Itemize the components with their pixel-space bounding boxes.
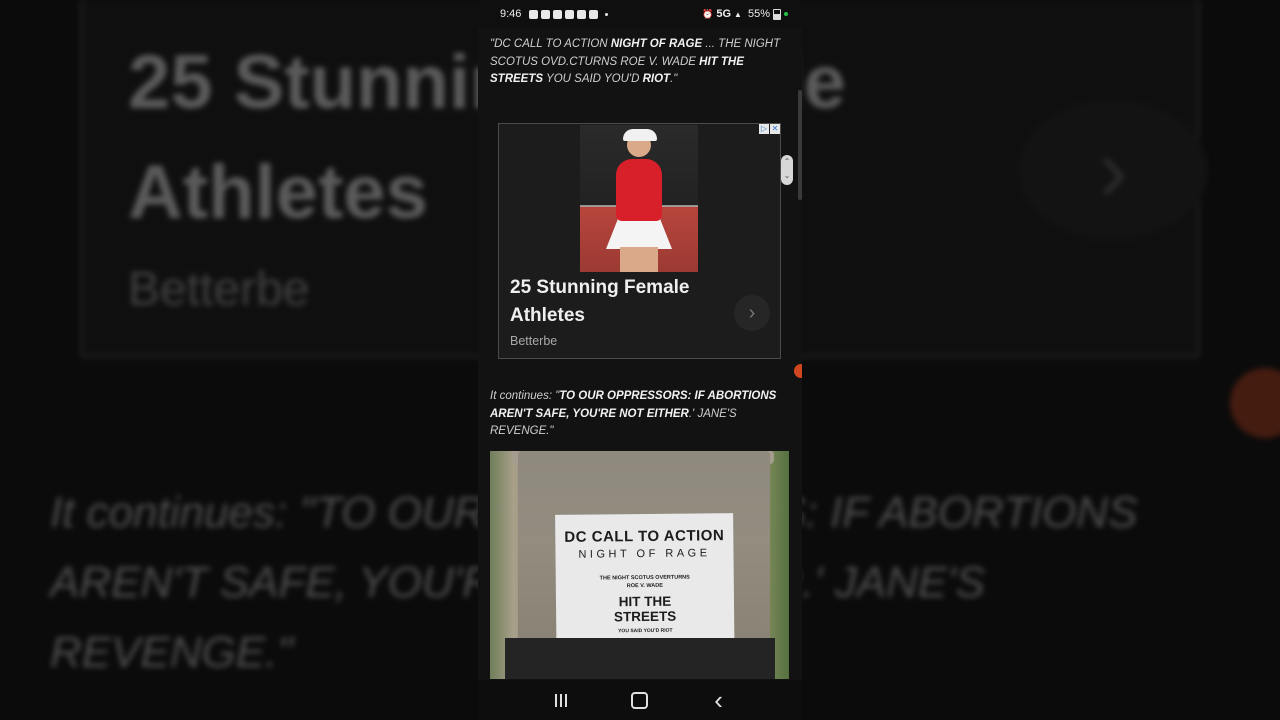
home-icon (631, 691, 649, 709)
notification-icon (553, 9, 563, 19)
battery-icon (773, 8, 781, 20)
flyer-small-2: ROE V. WADE (626, 582, 663, 590)
flyer-line-3b: STREETS (613, 608, 677, 625)
scrollbar[interactable] (798, 90, 802, 200)
back-icon: ‹ (714, 685, 723, 715)
alarm-icon: ⏰ (702, 8, 714, 19)
notification-icon (589, 9, 599, 19)
flyer-line-1: DC CALL TO ACTION (564, 527, 725, 546)
spade-icon (577, 9, 587, 19)
photo-overlay-bar (505, 638, 775, 679)
status-time: 9:46 (500, 8, 522, 20)
notification-icon (529, 9, 539, 19)
ad-source: Betterbe (510, 334, 558, 348)
network-type: 5G (716, 8, 732, 20)
ad-title[interactable]: 25 Stunning Female Athletes (510, 274, 730, 330)
navigation-bar: ‹ (478, 680, 802, 720)
ad-close-icon[interactable]: ✕ (770, 124, 780, 134)
privacy-indicator-icon (784, 12, 788, 16)
status-bar: 9:46 ⏰ 5G ▲ 55% (478, 0, 802, 28)
quote-segment: RIOT (642, 73, 671, 85)
ad-card[interactable]: ▷ ✕ 25 Stunning Female Athletes › Better… (498, 123, 781, 359)
phone-screen: 9:46 ⏰ 5G ▲ 55% "DC CALL TO ACTION NIGHT… (478, 0, 802, 720)
adchoices-icon[interactable]: ▷ (759, 124, 769, 134)
chevron-right-icon[interactable]: › (734, 295, 770, 331)
background-orange-dot (1230, 368, 1280, 438)
back-button[interactable]: ‹ (704, 685, 734, 715)
quote-segment: It continues: " (490, 390, 560, 402)
quote-segment: YOU SAID YOU'D (543, 73, 643, 85)
signal-icon: ▲ (734, 9, 742, 19)
background-chevron-icon: › (1018, 100, 1208, 240)
quote-segment: ." (670, 73, 678, 85)
notification-icon (565, 9, 575, 19)
floating-action-dot[interactable] (794, 364, 802, 378)
recent-apps-icon (555, 693, 568, 707)
more-notifications-icon (605, 12, 609, 16)
article-quote-2: It continues: "TO OUR OPPRESSORS: IF ABO… (490, 388, 790, 441)
ad-choices[interactable]: ▷ ✕ (759, 124, 780, 134)
battery-percent: 55% (747, 8, 770, 20)
recent-apps-button[interactable] (546, 685, 576, 715)
ad-image[interactable] (580, 125, 698, 272)
quote-segment: "DC CALL TO ACTION (490, 38, 611, 50)
background-ad-source: Betterbe (128, 263, 310, 316)
quote-segment: NIGHT OF RAGE (610, 38, 703, 50)
shield-icon (541, 9, 551, 19)
home-button[interactable] (625, 685, 655, 715)
scroll-handle-icon[interactable]: ⌃ ⌄ (781, 155, 793, 185)
article-photo[interactable]: DC CALL TO ACTION NIGHT OF RAGE THE NIGH… (490, 451, 789, 679)
flyer-line-2: NIGHT OF RAGE (578, 547, 711, 561)
flyer-tiny: YOU SAID YOU'D RIOT (618, 627, 673, 635)
article-quote-1: "DC CALL TO ACTION NIGHT OF RAGE ... THE… (490, 36, 790, 89)
